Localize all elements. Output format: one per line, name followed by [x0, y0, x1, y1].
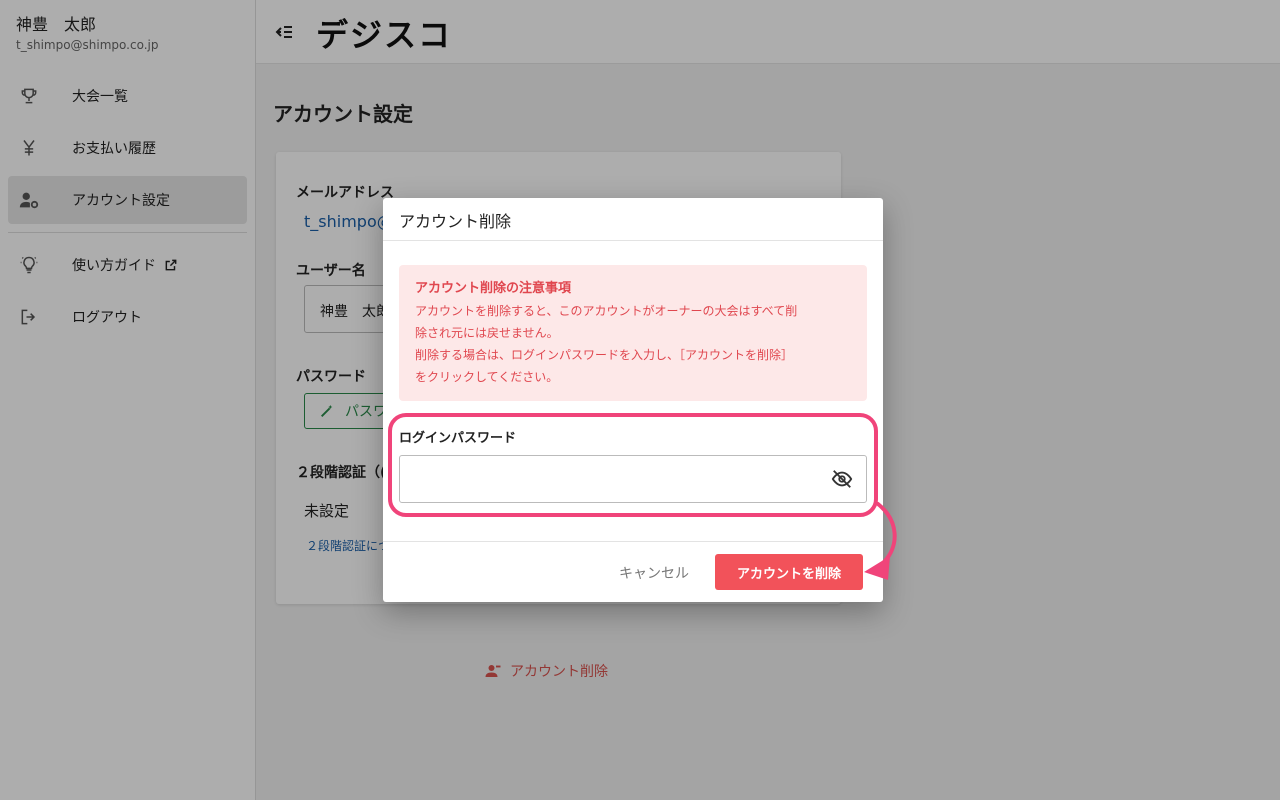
dialog-title: アカウント削除	[399, 212, 512, 231]
warning-line: をクリックしてください。	[415, 370, 559, 384]
delete-account-dialog: アカウント削除 アカウント削除の注意事項 アカウントを削除すると、このアカウント…	[383, 198, 883, 602]
dialog-footer-divider	[383, 541, 883, 542]
login-password-label: ログインパスワード	[399, 431, 517, 446]
warning-line: 除され元には戻せません。	[415, 326, 559, 340]
cancel-button[interactable]: キャンセル	[610, 555, 698, 591]
dialog-divider	[383, 240, 883, 241]
warning-line: アカウントを削除すると、このアカウントがオーナーの大会はすべて削	[415, 304, 798, 318]
warning-title: アカウント削除の注意事項	[415, 281, 572, 296]
login-password-input[interactable]	[399, 455, 867, 503]
toggle-password-visibility-button[interactable]	[831, 468, 853, 490]
warning-box: アカウント削除の注意事項 アカウントを削除すると、このアカウントがオーナーの大会…	[399, 265, 867, 401]
warning-line: 削除する場合は、ログインパスワードを入力し、［アカウントを削除］	[415, 348, 794, 362]
confirm-delete-account-button[interactable]: アカウントを削除	[715, 554, 863, 590]
eye-off-icon	[831, 470, 853, 488]
